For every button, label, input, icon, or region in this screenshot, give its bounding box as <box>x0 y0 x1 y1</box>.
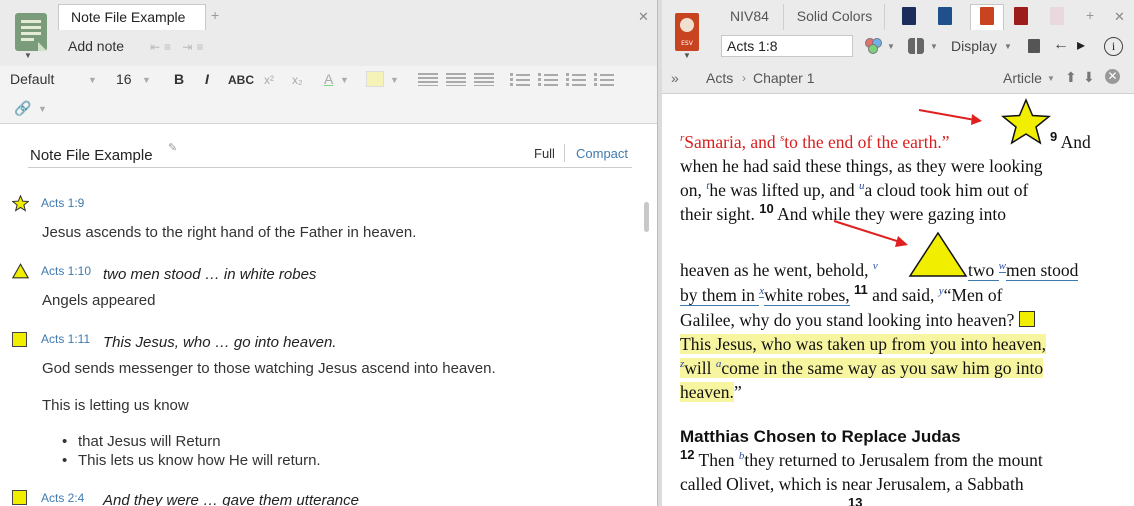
indent-icons[interactable]: ⇤≡ ⇥≡ <box>150 40 207 54</box>
note-reference[interactable]: Acts 1:10 <box>41 264 91 278</box>
chevron-down-icon[interactable]: ▼ <box>390 75 399 85</box>
view-divider <box>564 144 565 162</box>
list-item: • that Jesus will Return <box>62 433 221 450</box>
bullet-list-icon[interactable] <box>510 73 530 86</box>
notes-app-icon[interactable] <box>15 13 47 51</box>
chevron-down-icon[interactable]: ▼ <box>142 75 151 85</box>
chevron-down-icon[interactable]: ▼ <box>24 51 32 60</box>
star-icon <box>12 195 29 212</box>
numbered-list-icon[interactable] <box>538 73 558 86</box>
outdent-icon[interactable] <box>566 73 586 86</box>
note-reference[interactable]: Acts 1:9 <box>41 196 84 210</box>
add-tab-icon[interactable]: + <box>211 7 219 23</box>
chevron-down-icon[interactable]: ▼ <box>340 75 349 85</box>
star-marker-icon <box>1001 98 1051 145</box>
superscript-button[interactable]: x² <box>264 73 274 87</box>
note-body-line[interactable]: This is letting us know <box>42 397 189 414</box>
bold-button[interactable]: B <box>174 71 184 87</box>
chevron-down-icon[interactable]: ▼ <box>38 104 47 114</box>
note-body[interactable]: God sends messenger to those watching Je… <box>42 360 496 377</box>
triangle-icon <box>12 263 29 279</box>
triangle-marker-icon <box>908 231 968 277</box>
add-note-button[interactable]: Add note <box>68 38 124 54</box>
note-file-header: Note File Example ✎ Full Compact <box>28 140 632 168</box>
tab-note-file[interactable]: Note File Example <box>58 4 206 30</box>
bible-panel: ESV ▼ NIV84 Solid Colors + ✕ Acts 1:8 ▼ … <box>662 0 1134 506</box>
highlight-color-button[interactable] <box>366 71 384 87</box>
view-compact-button[interactable]: Compact <box>576 146 628 161</box>
notes-panel: ▼ Note File Example + ✕ Add note ⇤≡ ⇥≡ D… <box>0 0 658 506</box>
arrow-icon <box>918 109 982 125</box>
italic-button[interactable]: I <box>205 71 209 87</box>
note-reference[interactable]: Acts 2:4 <box>41 491 84 505</box>
note-body[interactable]: Jesus ascends to the right hand of the F… <box>42 224 416 241</box>
note-quote: two men stood … in white robes <box>103 266 317 283</box>
subscript-button[interactable]: x₂ <box>292 73 303 87</box>
note-file-title[interactable]: Note File Example <box>30 147 153 164</box>
note-bullet-list[interactable]: • that Jesus will Return • This lets us kn… <box>62 433 321 471</box>
square-icon <box>12 332 27 347</box>
note-quote: And they were … gave them utterance <box>103 492 359 506</box>
smallcaps-button[interactable]: ABC <box>228 73 254 87</box>
align-left-icon[interactable] <box>418 73 438 86</box>
style-select[interactable]: Default <box>10 71 54 87</box>
font-size-select[interactable]: 16 <box>116 71 132 87</box>
pencil-icon[interactable]: ✎ <box>168 141 177 154</box>
scrollbar[interactable] <box>644 202 649 232</box>
arrow-icon <box>833 220 908 247</box>
link-icon[interactable]: 🔗 <box>14 100 31 117</box>
note-body[interactable]: Angels appeared <box>42 292 155 309</box>
note-reference[interactable]: Acts 1:11 <box>41 332 90 346</box>
note-quote: This Jesus, who … go into heaven. <box>103 334 337 351</box>
close-icon[interactable]: ✕ <box>638 9 649 25</box>
format-toolbar: Default ▼ 16 ▼ B I ABC x² x₂ A ▼ ▼ 🔗 ▼ <box>0 66 657 124</box>
align-right-icon[interactable] <box>474 73 494 86</box>
indent-icon[interactable] <box>594 73 614 86</box>
square-icon <box>12 490 27 505</box>
font-color-button[interactable]: A <box>324 71 333 87</box>
view-full-button[interactable]: Full <box>534 146 555 161</box>
notes-toolbar: ▼ Note File Example + ✕ Add note ⇤≡ ⇥≡ <box>0 0 657 66</box>
annotation-overlay <box>833 98 1051 277</box>
list-item: • This lets us know how He will return. <box>62 452 321 469</box>
chevron-down-icon[interactable]: ▼ <box>88 75 97 85</box>
align-center-icon[interactable] <box>446 73 466 86</box>
